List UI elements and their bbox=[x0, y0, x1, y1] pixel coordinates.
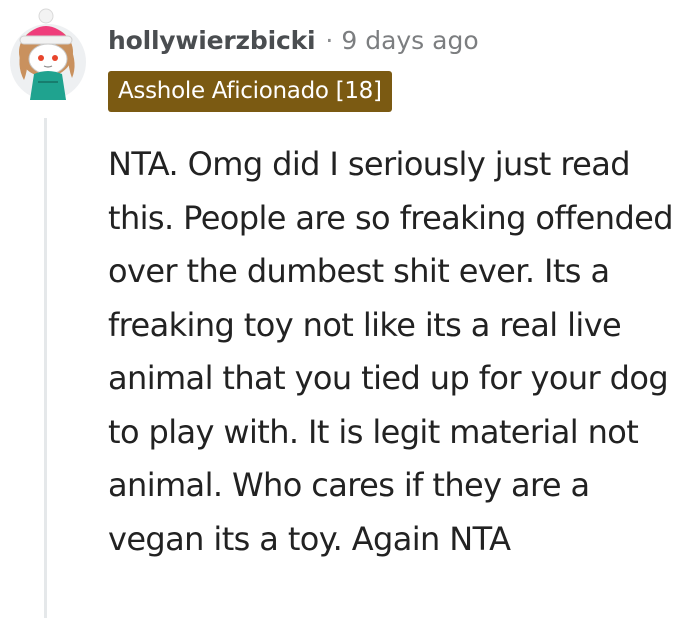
thread-line[interactable] bbox=[44, 118, 47, 618]
timestamp[interactable]: 9 days ago bbox=[341, 26, 478, 55]
comment-body: NTA. Omg did I seriously just read this.… bbox=[108, 145, 674, 558]
separator-dot: · bbox=[325, 25, 334, 55]
username-link[interactable]: hollywierzbicki bbox=[108, 26, 316, 55]
user-flair-badge: Asshole Aficionado [18] bbox=[108, 71, 392, 112]
comment-header: hollywierzbicki · 9 days ago bbox=[108, 22, 479, 58]
comment: hollywierzbicki · 9 days ago Asshole Afi… bbox=[0, 0, 700, 619]
snoo-avatar-icon[interactable] bbox=[8, 4, 88, 104]
